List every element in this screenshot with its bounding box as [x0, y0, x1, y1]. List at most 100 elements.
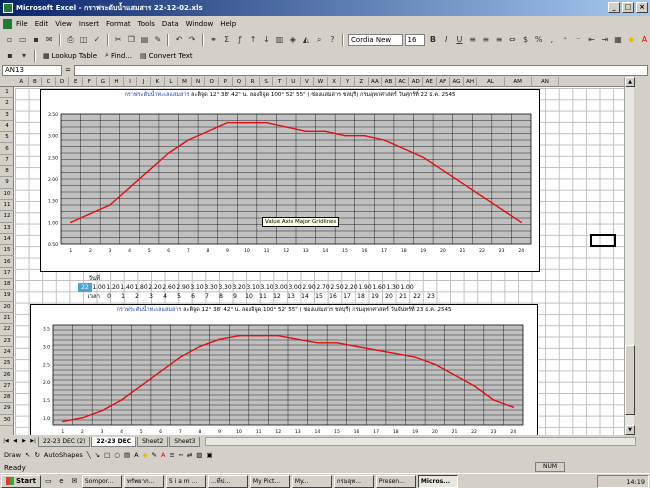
oval-icon[interactable]: ○: [114, 451, 120, 459]
column-header[interactable]: B: [29, 77, 43, 87]
data-point[interactable]: [304, 130, 307, 133]
chart-1-plot[interactable]: 0.501.001.502.002.503.003.501 2 3 4 5 6 7 8 9 10 1…: [41, 102, 541, 272]
time-cell[interactable]: 15: [312, 292, 326, 301]
row-header[interactable]: 19: [0, 290, 14, 302]
row-header[interactable]: 14: [0, 234, 14, 246]
ie-icon[interactable]: e: [56, 476, 67, 487]
selected-day-cell[interactable]: 22: [78, 283, 92, 292]
column-header[interactable]: W: [314, 77, 328, 87]
time-cell[interactable]: 18: [354, 292, 368, 301]
zoom-icon[interactable]: ⌕: [314, 34, 325, 46]
scroll-up-icon[interactable]: ▲: [625, 77, 635, 87]
column-header[interactable]: F: [83, 77, 97, 87]
align-right-icon[interactable]: ≡: [493, 34, 504, 46]
time-cell[interactable]: 13: [284, 292, 298, 301]
textbox-icon[interactable]: ▤: [124, 451, 130, 459]
menu-format[interactable]: Format: [106, 20, 131, 28]
merge-center-icon[interactable]: ⇔: [507, 34, 518, 46]
taskbar-button[interactable]: Presen...: [375, 474, 416, 488]
data-point[interactable]: [109, 204, 111, 206]
data-point[interactable]: [324, 130, 327, 133]
email-icon[interactable]: ✉: [44, 34, 55, 46]
menu-view[interactable]: View: [55, 20, 72, 28]
workbook-icon[interactable]: [3, 19, 12, 29]
menu-insert[interactable]: Insert: [79, 20, 99, 28]
column-header[interactable]: AD: [409, 77, 423, 87]
data-point[interactable]: [316, 342, 319, 344]
column-header[interactable]: U: [287, 77, 301, 87]
time-cell[interactable]: 20: [382, 292, 396, 301]
desktop-icon[interactable]: ▭: [43, 476, 54, 487]
new-icon[interactable]: ▫: [4, 34, 15, 46]
italic-button[interactable]: I: [441, 34, 452, 46]
worksheet-grid[interactable]: A B C D E F G H I J K L M N O P Q R S T U V W X Y Z AA AB AC AD AE AF AG…: [0, 77, 624, 435]
data-point[interactable]: [394, 352, 397, 355]
shadow-icon[interactable]: ▨: [196, 451, 202, 459]
column-header[interactable]: Y: [341, 77, 355, 87]
line-color-icon[interactable]: ✎: [152, 451, 157, 459]
row-header[interactable]: 4: [0, 121, 14, 133]
active-cell-indicator[interactable]: [590, 234, 616, 247]
row-header[interactable]: 16: [0, 257, 14, 268]
sheet-tab[interactable]: Sheet2: [137, 436, 169, 447]
vertical-scrollbar[interactable]: ▲ ▼: [624, 77, 635, 435]
level-cell[interactable]: 2.90: [302, 283, 316, 292]
print-icon[interactable]: ⎙: [65, 34, 76, 46]
column-header[interactable]: G: [97, 77, 111, 87]
data-point[interactable]: [159, 370, 162, 373]
chart-wizard-icon[interactable]: ▥: [274, 34, 285, 46]
data-point[interactable]: [473, 384, 475, 387]
data-point[interactable]: [218, 338, 221, 341]
row-header[interactable]: 7: [0, 155, 14, 167]
wordart-icon[interactable]: A: [134, 451, 138, 459]
data-point[interactable]: [285, 126, 288, 128]
underline-button[interactable]: U: [454, 34, 465, 46]
data-point[interactable]: [414, 356, 417, 358]
sheet-tab-active[interactable]: 22-23 DEC: [91, 436, 137, 447]
level-cell[interactable]: 3.30: [218, 283, 232, 292]
help-icon[interactable]: ?: [327, 34, 338, 46]
minimize-button[interactable]: _: [608, 2, 620, 13]
data-point[interactable]: [120, 399, 123, 401]
last-sheet-icon[interactable]: ▶|: [29, 437, 37, 446]
column-header[interactable]: T: [273, 77, 287, 87]
scroll-thumb[interactable]: [625, 345, 635, 415]
level-cell[interactable]: 1.00: [92, 283, 106, 292]
level-cell[interactable]: 1.40: [120, 283, 134, 292]
data-point[interactable]: [442, 169, 444, 172]
row-header[interactable]: 29: [0, 403, 14, 415]
data-point[interactable]: [81, 417, 84, 419]
level-cell[interactable]: 1.90: [358, 283, 372, 292]
row-header[interactable]: 30: [0, 415, 14, 426]
name-box[interactable]: AN13: [2, 64, 62, 76]
level-cell[interactable]: 3.10: [260, 283, 274, 292]
row-header[interactable]: 24: [0, 347, 14, 359]
column-header[interactable]: S: [260, 77, 274, 87]
row-header[interactable]: 28: [0, 392, 14, 404]
time-cell[interactable]: 19: [368, 292, 382, 301]
undo-icon[interactable]: ↶: [173, 34, 184, 46]
taskbar-button[interactable]: S i a m ...: [165, 474, 206, 488]
data-point[interactable]: [363, 134, 366, 137]
comma-icon[interactable]: ,: [546, 34, 557, 46]
data-point[interactable]: [453, 374, 456, 376]
level-cell[interactable]: 2.60: [162, 283, 176, 292]
menu-window[interactable]: Window: [186, 20, 214, 28]
autosum-icon[interactable]: Σ: [221, 34, 232, 46]
sheet-tab[interactable]: Sheet3: [169, 436, 201, 447]
data-point[interactable]: [257, 334, 260, 337]
time-cell[interactable]: 6: [186, 292, 200, 301]
data-point[interactable]: [238, 334, 240, 337]
free-rotate-icon[interactable]: ↻: [34, 451, 39, 459]
3d-icon[interactable]: ▣: [206, 451, 212, 459]
data-point[interactable]: [461, 182, 464, 185]
level-cell[interactable]: 1.30: [386, 283, 400, 292]
column-header[interactable]: AC: [396, 77, 410, 87]
autoshapes-menu[interactable]: AutoShapes: [44, 451, 83, 459]
data-point[interactable]: [187, 139, 190, 141]
column-header[interactable]: AL: [477, 77, 505, 87]
line-style-icon[interactable]: ≡: [169, 451, 174, 459]
chart-2-plot[interactable]: 1.01.52.02.53.03.51 2 3 4 5 6 7 8 9 10 11 12 13 14 15 1…: [31, 317, 539, 435]
dropdown-icon[interactable]: ▾: [18, 50, 30, 62]
select-objects-icon[interactable]: ↖: [25, 451, 30, 459]
